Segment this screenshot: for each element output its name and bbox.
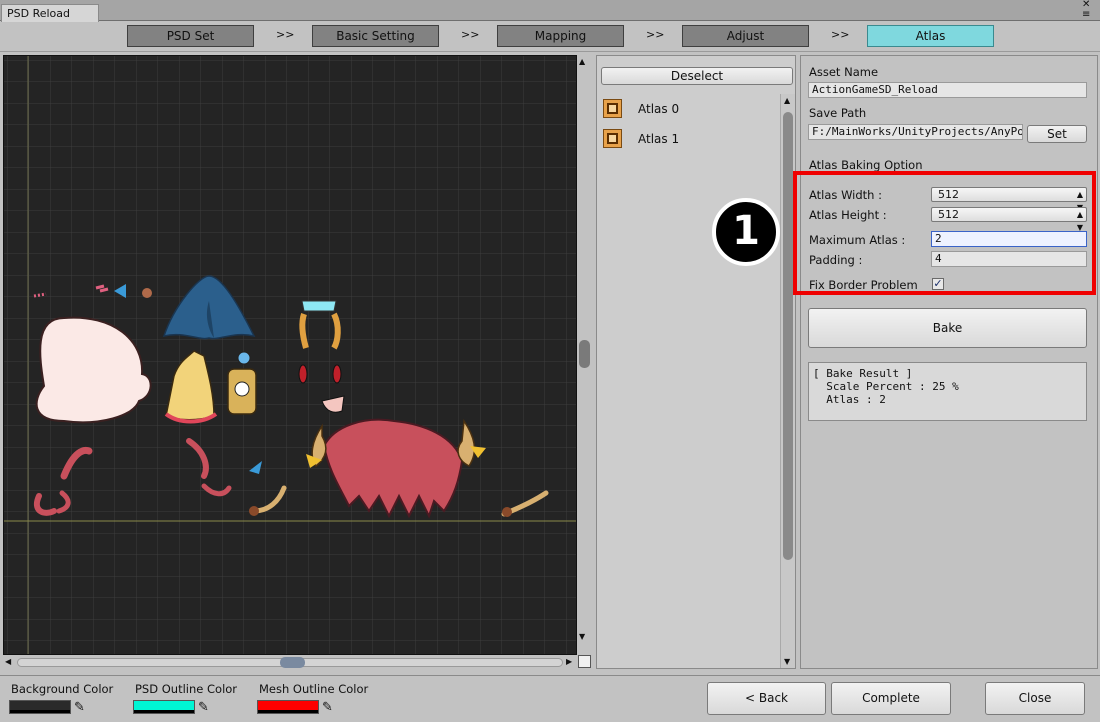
atlas-icon (603, 99, 622, 118)
step-psd-set[interactable]: PSD Set (127, 25, 254, 47)
step-mapping[interactable]: Mapping (497, 25, 624, 47)
scroll-down-icon[interactable]: ▼ (579, 632, 585, 641)
atlas-list-scroll-thumb[interactable] (783, 112, 793, 560)
scroll-up-icon[interactable]: ▲ (784, 96, 790, 105)
step-separator: >> (831, 28, 850, 41)
atlas-item-label: Atlas 0 (638, 102, 680, 116)
bake-result-title: [ Bake Result ] (813, 367, 913, 380)
window-tab-title: PSD Reload (7, 7, 71, 20)
eyedropper-icon[interactable]: ✎ (74, 700, 85, 715)
step-atlas[interactable]: Atlas (867, 25, 994, 47)
atlas-list-item[interactable]: Atlas 0 (603, 98, 773, 120)
scroll-up-icon[interactable]: ▲ (579, 57, 585, 66)
deselect-button[interactable]: Deselect (601, 67, 793, 85)
eyedropper-icon[interactable]: ✎ (322, 700, 333, 715)
scroll-left-icon[interactable]: ◀ (5, 657, 11, 666)
step-basic-setting[interactable]: Basic Setting (312, 25, 439, 47)
set-path-button[interactable]: Set (1027, 125, 1087, 143)
atlas-list-item[interactable]: Atlas 1 (603, 128, 773, 150)
close-button[interactable]: Close (985, 682, 1085, 715)
baking-option-heading: Atlas Baking Option (809, 158, 923, 172)
scroll-right-icon[interactable]: ▶ (566, 657, 572, 666)
bake-result-scale: Scale Percent : 25 % (813, 380, 959, 393)
window-tab-bar (0, 0, 1100, 21)
atlas-item-label: Atlas 1 (638, 132, 680, 146)
callout-badge: 1 (712, 198, 780, 266)
bake-result-atlas: Atlas : 2 (813, 393, 886, 406)
atlas-list-panel: Deselect Atlas 0 Atlas 1 ▲ ▼ (596, 55, 796, 669)
window-menu[interactable]: ✕ ≡ (1082, 0, 1090, 20)
step-navigation: PSD Set >> Basic Setting >> Mapping >> A… (0, 22, 1100, 52)
bake-button[interactable]: Bake (808, 308, 1087, 348)
scroll-down-icon[interactable]: ▼ (784, 657, 790, 666)
step-separator: >> (461, 28, 480, 41)
boots-part (301, 300, 337, 312)
step-separator: >> (276, 28, 295, 41)
atlas-preview-viewport[interactable] (3, 55, 577, 655)
atlas-preview-canvas (4, 56, 576, 654)
asset-name-input[interactable]: ActionGameSD_Reload (808, 82, 1087, 98)
step-adjust[interactable]: Adjust (682, 25, 809, 47)
background-color-label: Background Color (11, 682, 114, 696)
eye-part (332, 364, 342, 384)
atlas-icon (603, 129, 622, 148)
highlight-box (793, 171, 1096, 295)
save-path-label: Save Path (809, 106, 867, 120)
asset-name-label: Asset Name (809, 65, 879, 79)
menu-icon[interactable]: ≡ (1082, 10, 1090, 20)
scrollbar-corner (578, 655, 591, 668)
eyedropper-icon[interactable]: ✎ (198, 700, 209, 715)
viewport-hscroll-thumb[interactable] (280, 657, 305, 668)
back-button[interactable]: < Back (707, 682, 826, 715)
background-color-swatch[interactable] (9, 700, 71, 714)
viewport-vertical-scrollbar[interactable]: ▲ ▼ (578, 55, 591, 655)
psd-outline-color-label: PSD Outline Color (135, 682, 238, 696)
psd-outline-color-swatch[interactable] (133, 700, 195, 714)
viewport-horizontal-scrollbar[interactable]: ◀ ▶ (3, 655, 577, 670)
atlas-settings-panel: Asset Name ActionGameSD_Reload Save Path… (800, 55, 1098, 669)
mesh-outline-color-swatch[interactable] (257, 700, 319, 714)
bake-result-box: [ Bake Result ] Scale Percent : 25 % Atl… (808, 362, 1087, 421)
window-tab[interactable]: PSD Reload (1, 4, 99, 22)
viewport-vscroll-thumb[interactable] (579, 340, 590, 368)
eye-part (298, 364, 308, 384)
mesh-outline-color-label: Mesh Outline Color (259, 682, 369, 696)
save-path-input[interactable]: F:/MainWorks/UnityProjects/AnyPortr (808, 124, 1023, 140)
complete-button[interactable]: Complete (831, 682, 951, 715)
bottom-toolbar: Background Color ✎ PSD Outline Color ✎ M… (0, 675, 1100, 722)
step-separator: >> (646, 28, 665, 41)
